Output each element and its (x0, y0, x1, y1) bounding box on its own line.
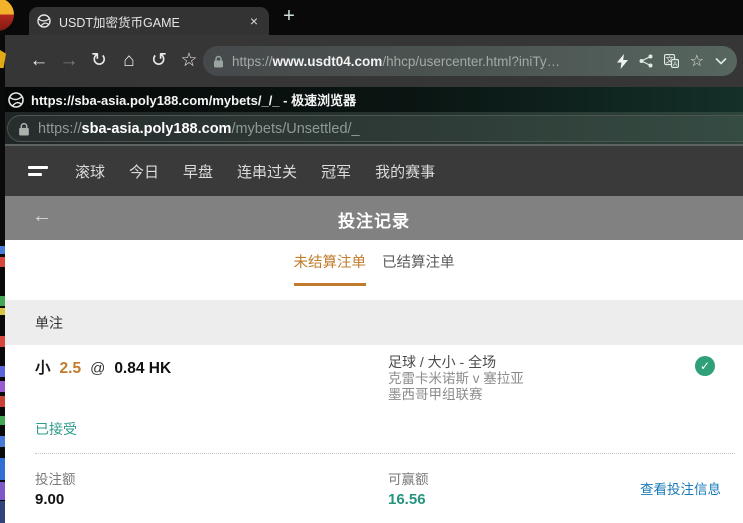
popup-window-titlebar: https://sba-asia.poly188.com/mybets/_/_ … (5, 87, 743, 112)
tab-close-icon[interactable]: × (247, 13, 261, 29)
home-icon[interactable]: ⌂ (118, 48, 140, 74)
bet-tabs: 未结算注单 已结算注单 (5, 251, 743, 286)
site-nav: 滚球 今日 早盘 连串过关 冠军 我的赛事 (5, 146, 743, 196)
globe-icon (37, 14, 51, 28)
browser-tab-strip: USDT加密货币GAME × + (5, 0, 743, 35)
address-bar[interactable]: https://www.usdt04.com/hhcp/usercenter.h… (203, 46, 737, 76)
desktop-icon-fragment (0, 246, 5, 254)
page-body: 未结算注单 已结算注单 单注 小 2.5 @0.84 HK 足球 / 大小 - 全场… (5, 240, 743, 523)
popup-title-text: https://sba-asia.poly188.com/mybets/_/_ … (31, 90, 356, 109)
desktop-icon-fragment (0, 336, 5, 347)
accepted-check-icon: ✓ (695, 356, 715, 376)
win-block: 可赢额 16.56 (388, 468, 429, 508)
desktop-icon-fragment (0, 416, 5, 425)
desktop-icon-fragment (0, 257, 5, 267)
league-name: 墨西哥甲组联赛 (388, 387, 524, 404)
translate-icon[interactable]: 文A (664, 54, 679, 68)
popup-url-text: https://sba-asia.poly188.com/mybets/Unse… (38, 121, 360, 137)
url-text: https://www.usdt04.com/hhcp/usercenter.h… (232, 54, 606, 69)
menu-icon[interactable] (28, 166, 48, 176)
back-icon[interactable]: ← (28, 48, 50, 74)
forward-icon[interactable]: → (58, 48, 80, 74)
nav-item-parlay[interactable]: 连串过关 (237, 161, 297, 182)
browser-toolbar: ← → ↻ ⌂ ↺ ☆ https://www.usdt04.com/hhcp/… (5, 35, 743, 87)
bet-odds: 0.84 HK (114, 360, 171, 377)
bookmark-page-icon[interactable]: ☆ (690, 51, 704, 71)
desktop-icon-fragment (0, 436, 5, 447)
dotted-divider (35, 453, 735, 454)
popup-address-row: https://sba-asia.poly188.com/mybets/Unse… (5, 112, 743, 146)
bet-market-info: 足球 / 大小 - 全场 克雷卡米诺斯 v 塞拉亚 墨西哥甲组联赛 (388, 354, 524, 404)
at-sign: @ (90, 360, 105, 377)
desktop-strip (0, 0, 5, 523)
lightning-icon[interactable] (617, 54, 628, 69)
undo-icon[interactable]: ↺ (148, 48, 170, 74)
nav-item-live[interactable]: 滚球 (75, 161, 105, 182)
bet-selection-line: 小 2.5 @0.84 HK (35, 356, 171, 378)
win-label: 可赢额 (388, 468, 429, 488)
nav-item-outright[interactable]: 冠军 (321, 161, 351, 182)
stake-value: 9.00 (35, 491, 76, 508)
popup-address-bar[interactable]: https://sba-asia.poly188.com/mybets/Unse… (7, 115, 743, 142)
win-value: 16.56 (388, 491, 429, 508)
new-tab-button[interactable]: + (277, 5, 301, 28)
share-icon[interactable] (639, 54, 653, 68)
nav-item-today[interactable]: 今日 (129, 161, 159, 182)
tab-title: USDT加密货币GAME (59, 12, 247, 31)
bet-selection: 小 (35, 360, 51, 377)
stake-block: 投注额 9.00 (35, 468, 76, 508)
tab-unsettled[interactable]: 未结算注单 (294, 251, 367, 286)
reload-icon[interactable]: ↻ (88, 48, 110, 74)
market-name: 足球 / 大小 - 全场 (388, 354, 524, 371)
desktop-icon-fragment (0, 366, 5, 377)
globe-icon (8, 92, 24, 108)
bookmark-star-icon[interactable]: ☆ (178, 48, 200, 74)
lock-icon (213, 55, 224, 68)
stake-label: 投注额 (35, 468, 76, 488)
svg-text:A: A (672, 61, 677, 68)
page-header: ← 投注记录 (5, 196, 743, 240)
section-single-bet: 单注 (5, 300, 743, 345)
desktop-icon-fragment (0, 308, 5, 315)
desktop-icon-fragment (0, 482, 5, 500)
chevron-down-icon[interactable] (715, 57, 727, 65)
page-title: 投注记录 (5, 207, 743, 232)
lock-icon (18, 122, 30, 136)
nav-item-early[interactable]: 早盘 (183, 161, 213, 182)
desktop-icon-fragment (0, 501, 5, 523)
section-title: 单注 (35, 313, 63, 333)
nav-item-my-events[interactable]: 我的赛事 (375, 161, 435, 182)
tab-settled[interactable]: 已结算注单 (382, 251, 455, 286)
desktop-icon-fragment (0, 296, 5, 306)
desktop-icon-fragment (0, 396, 5, 407)
bet-handicap: 2.5 (60, 360, 82, 377)
desktop-icon-fragment (0, 381, 5, 392)
bet-status: 已接受 (35, 419, 77, 439)
view-bet-detail-link[interactable]: 查看投注信息 (640, 478, 721, 498)
browser-tab[interactable]: USDT加密货币GAME × (29, 7, 269, 35)
screen: USDT加密货币GAME × + ← → ↻ ⌂ ↺ ☆ https://www… (0, 0, 743, 523)
match-name: 克雷卡米诺斯 v 塞拉亚 (388, 371, 524, 388)
desktop-icon-fragment (0, 458, 5, 480)
